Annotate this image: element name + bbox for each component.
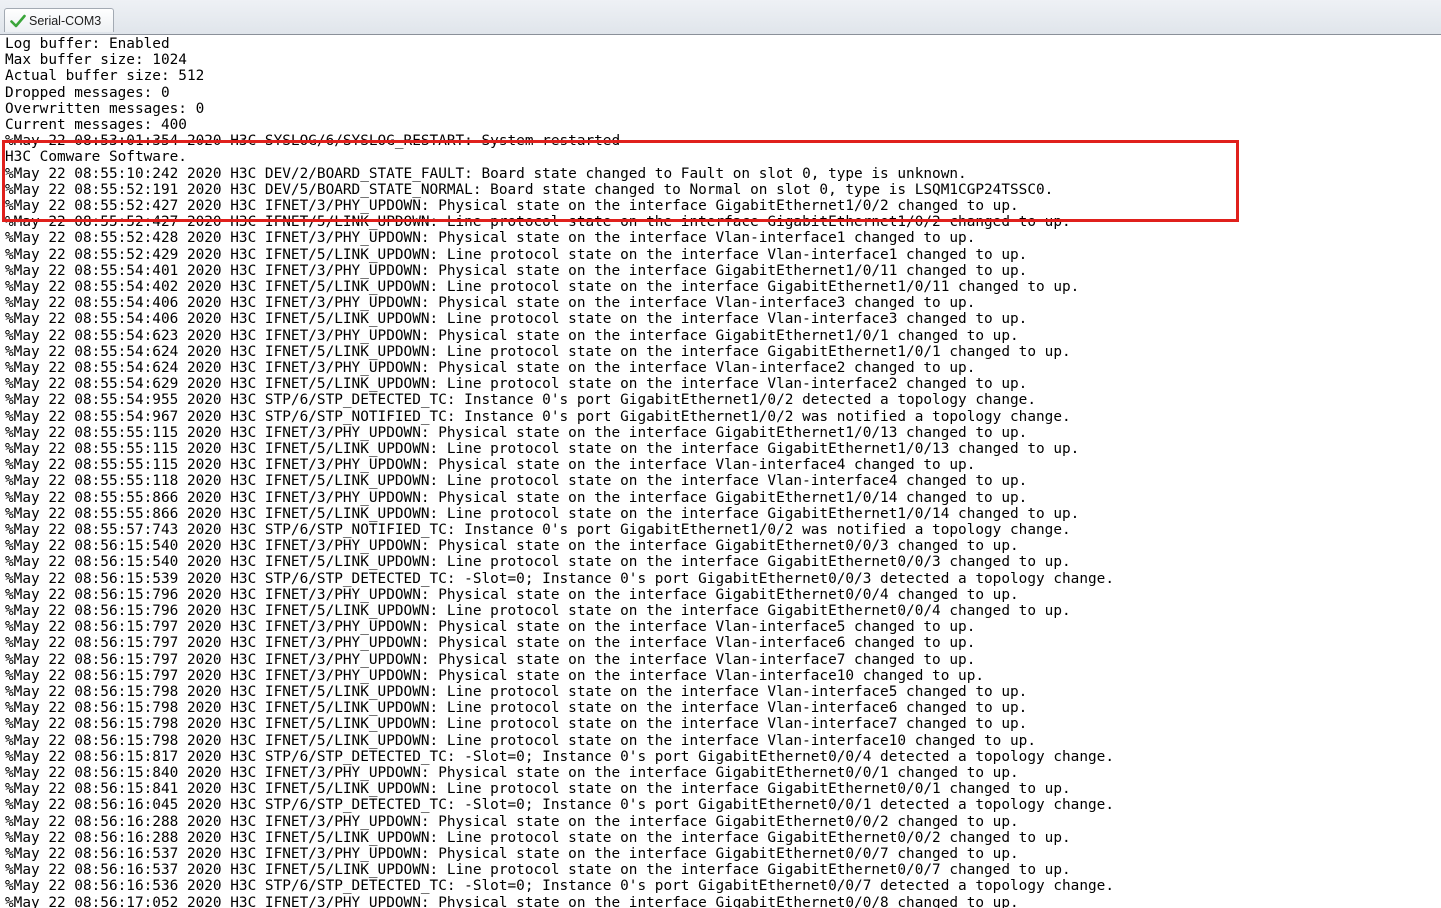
console-line: %May 22 08:56:15:539 2020 H3C STP/6/STP_…: [5, 570, 1114, 587]
session-tab-serial-com3[interactable]: Serial-COM3: [4, 8, 114, 32]
console-line: Max buffer size: 1024: [5, 52, 187, 69]
console-line: %May 22 08:55:52:428 2020 H3C IFNET/3/PH…: [5, 230, 976, 247]
console-line: %May 22 08:55:54:402 2020 H3C IFNET/5/LI…: [5, 279, 1080, 295]
console-line: %May 22 08:55:54:629 2020 H3C IFNET/5/LI…: [5, 376, 1028, 393]
console-line: %May 22 08:55:54:623 2020 H3C IFNET/3/PH…: [5, 327, 1019, 344]
console-line: %May 22 08:55:54:624 2020 H3C IFNET/5/LI…: [5, 343, 1071, 360]
console-line: %May 22 08:53:01:354 2020 H3C SYSLOG/6/S…: [5, 133, 621, 150]
console-line: %May 22 08:55:57:743 2020 H3C STP/6/STP_…: [5, 522, 1071, 538]
console-line: %May 22 08:56:15:841 2020 H3C IFNET/5/LI…: [5, 781, 1071, 798]
console-line: %May 22 08:56:15:540 2020 H3C IFNET/5/LI…: [5, 554, 1071, 571]
console-line: %May 22 08:56:15:817 2020 H3C STP/6/STP_…: [5, 748, 1114, 765]
console-line: %May 22 08:55:55:115 2020 H3C IFNET/3/PH…: [5, 424, 1028, 441]
console-line: %May 22 08:56:15:798 2020 H3C IFNET/5/LI…: [5, 700, 1028, 717]
console-line: %May 22 08:55:55:115 2020 H3C IFNET/3/PH…: [5, 457, 976, 474]
console-line: %May 22 08:55:10:242 2020 H3C DEV/2/BOAR…: [5, 165, 967, 182]
console-line: %May 22 08:56:15:840 2020 H3C IFNET/3/PH…: [5, 765, 1019, 781]
console-line: %May 22 08:56:15:797 2020 H3C IFNET/3/PH…: [5, 651, 976, 668]
console-line: %May 22 08:55:54:406 2020 H3C IFNET/5/LI…: [5, 311, 1028, 328]
console-line: %May 22 08:56:15:797 2020 H3C IFNET/3/PH…: [5, 667, 985, 684]
console-line: %May 22 08:55:55:866 2020 H3C IFNET/5/LI…: [5, 505, 1080, 522]
console-line: %May 22 08:55:52:427 2020 H3C IFNET/3/PH…: [5, 198, 1019, 214]
console-line: %May 22 08:55:52:191 2020 H3C DEV/5/BOAR…: [5, 181, 1054, 198]
console-line: Actual buffer size: 512: [5, 68, 205, 85]
console-line: %May 22 08:55:55:118 2020 H3C IFNET/5/LI…: [5, 473, 1028, 490]
console-line: %May 22 08:56:16:045 2020 H3C STP/6/STP_…: [5, 797, 1114, 814]
console-line: %May 22 08:55:52:427 2020 H3C IFNET/5/LI…: [5, 214, 1071, 231]
terminal-output[interactable]: Log buffer: Enabled Max buffer size: 1024…: [0, 36, 1441, 908]
console-line: %May 22 08:56:16:537 2020 H3C IFNET/3/PH…: [5, 846, 1019, 862]
console-line: %May 22 08:56:15:797 2020 H3C IFNET/3/PH…: [5, 619, 976, 636]
console-line: %May 22 08:56:15:798 2020 H3C IFNET/5/LI…: [5, 732, 1037, 749]
console-line: %May 22 08:56:15:797 2020 H3C IFNET/3/PH…: [5, 635, 976, 652]
console-line: %May 22 08:56:16:536 2020 H3C STP/6/STP_…: [5, 878, 1114, 895]
console-line: %May 22 08:55:54:406 2020 H3C IFNET/3/PH…: [5, 295, 976, 312]
console-line: %May 22 08:56:16:288 2020 H3C IFNET/5/LI…: [5, 829, 1071, 846]
console-line: %May 22 08:55:55:866 2020 H3C IFNET/3/PH…: [5, 489, 1028, 506]
console-line: H3C Comware Software.: [5, 149, 187, 166]
console-line: %May 22 08:56:16:288 2020 H3C IFNET/3/PH…: [5, 813, 1019, 830]
console-line: Overwritten messages: 0: [5, 100, 205, 117]
console-line: %May 22 08:56:16:537 2020 H3C IFNET/5/LI…: [5, 862, 1071, 879]
console-line: %May 22 08:55:54:967 2020 H3C STP/6/STP_…: [5, 408, 1071, 425]
console-line: %May 22 08:56:15:540 2020 H3C IFNET/3/PH…: [5, 538, 1019, 555]
console-line: %May 22 08:55:54:955 2020 H3C STP/6/STP_…: [5, 392, 1037, 409]
session-tab-label: Serial-COM3: [29, 13, 102, 28]
console-line: Current messages: 400: [5, 117, 187, 133]
checkmark-icon: [9, 13, 27, 29]
console-line: %May 22 08:55:54:624 2020 H3C IFNET/3/PH…: [5, 360, 976, 376]
console-line: %May 22 08:55:52:429 2020 H3C IFNET/5/LI…: [5, 246, 1028, 263]
console-line: %May 22 08:56:17:052 2020 H3C IFNET/3/PH…: [5, 894, 1019, 908]
console-line: %May 22 08:56:15:798 2020 H3C IFNET/5/LI…: [5, 684, 1028, 700]
console-line: %May 22 08:56:15:796 2020 H3C IFNET/5/LI…: [5, 603, 1071, 619]
console-line: %May 22 08:56:15:796 2020 H3C IFNET/3/PH…: [5, 586, 1019, 603]
console-line: %May 22 08:55:55:115 2020 H3C IFNET/5/LI…: [5, 441, 1080, 457]
session-tab-bar: Serial-COM3: [0, 0, 1441, 35]
console-line: %May 22 08:55:54:401 2020 H3C IFNET/3/PH…: [5, 262, 1028, 279]
console-line: Log buffer: Enabled: [5, 36, 170, 52]
console-line: Dropped messages: 0: [5, 84, 170, 101]
console-line: %May 22 08:56:15:798 2020 H3C IFNET/5/LI…: [5, 716, 1028, 733]
